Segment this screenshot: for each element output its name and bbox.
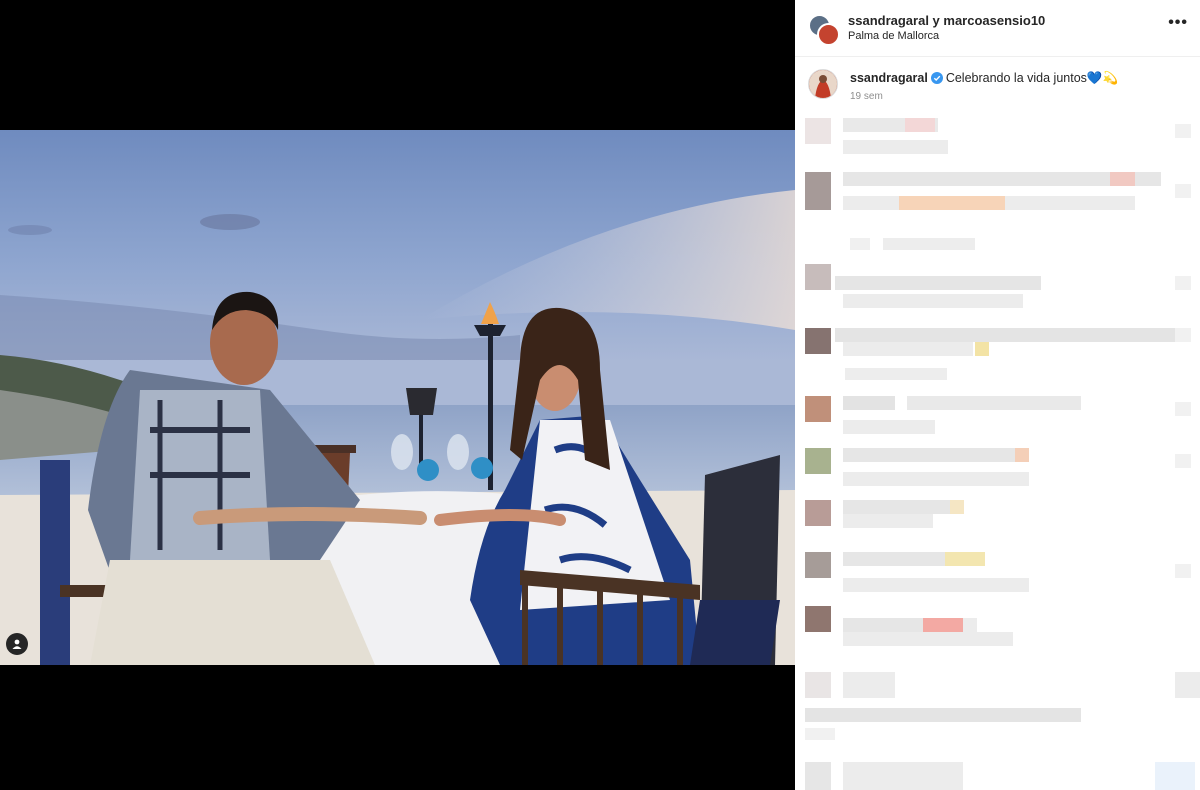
avatar[interactable]	[808, 69, 838, 99]
more-horizontal-icon[interactable]: •••	[1168, 14, 1188, 32]
avatar	[805, 672, 831, 698]
avatar	[805, 448, 831, 474]
photo-scene-image	[0, 130, 795, 665]
avatar	[805, 762, 831, 790]
avatar	[805, 172, 831, 210]
avatar	[805, 606, 831, 632]
caption-username[interactable]: ssandragaral	[850, 71, 928, 85]
post-location[interactable]: Palma de Mallorca	[848, 30, 939, 42]
caption-timestamp[interactable]: 19 sem	[850, 91, 883, 102]
user-tag-icon[interactable]	[6, 633, 28, 655]
post-photo[interactable]	[0, 130, 795, 665]
comments-list	[795, 112, 1200, 790]
post-header: ssandragaral y marcoasensio10 Palma de M…	[795, 0, 1200, 57]
avatar	[805, 328, 831, 354]
collab-avatars[interactable]	[808, 14, 840, 46]
caption-text: ssandragaral Celebrando la vida juntos💙💫	[850, 71, 1118, 87]
avatar	[817, 23, 840, 46]
post-media	[0, 0, 795, 790]
verified-badge-icon	[930, 72, 943, 87]
avatar	[805, 500, 831, 526]
avatar	[805, 396, 831, 422]
post-authors[interactable]: ssandragaral y marcoasensio10	[848, 13, 1045, 28]
post-sidebar: ssandragaral y marcoasensio10 Palma de M…	[795, 0, 1200, 790]
caption-body: Celebrando la vida juntos💙💫	[945, 71, 1119, 85]
caption: ssandragaral Celebrando la vida juntos💙💫 …	[795, 60, 1200, 110]
avatar	[805, 552, 831, 578]
avatar	[805, 118, 831, 144]
avatar	[805, 264, 831, 290]
